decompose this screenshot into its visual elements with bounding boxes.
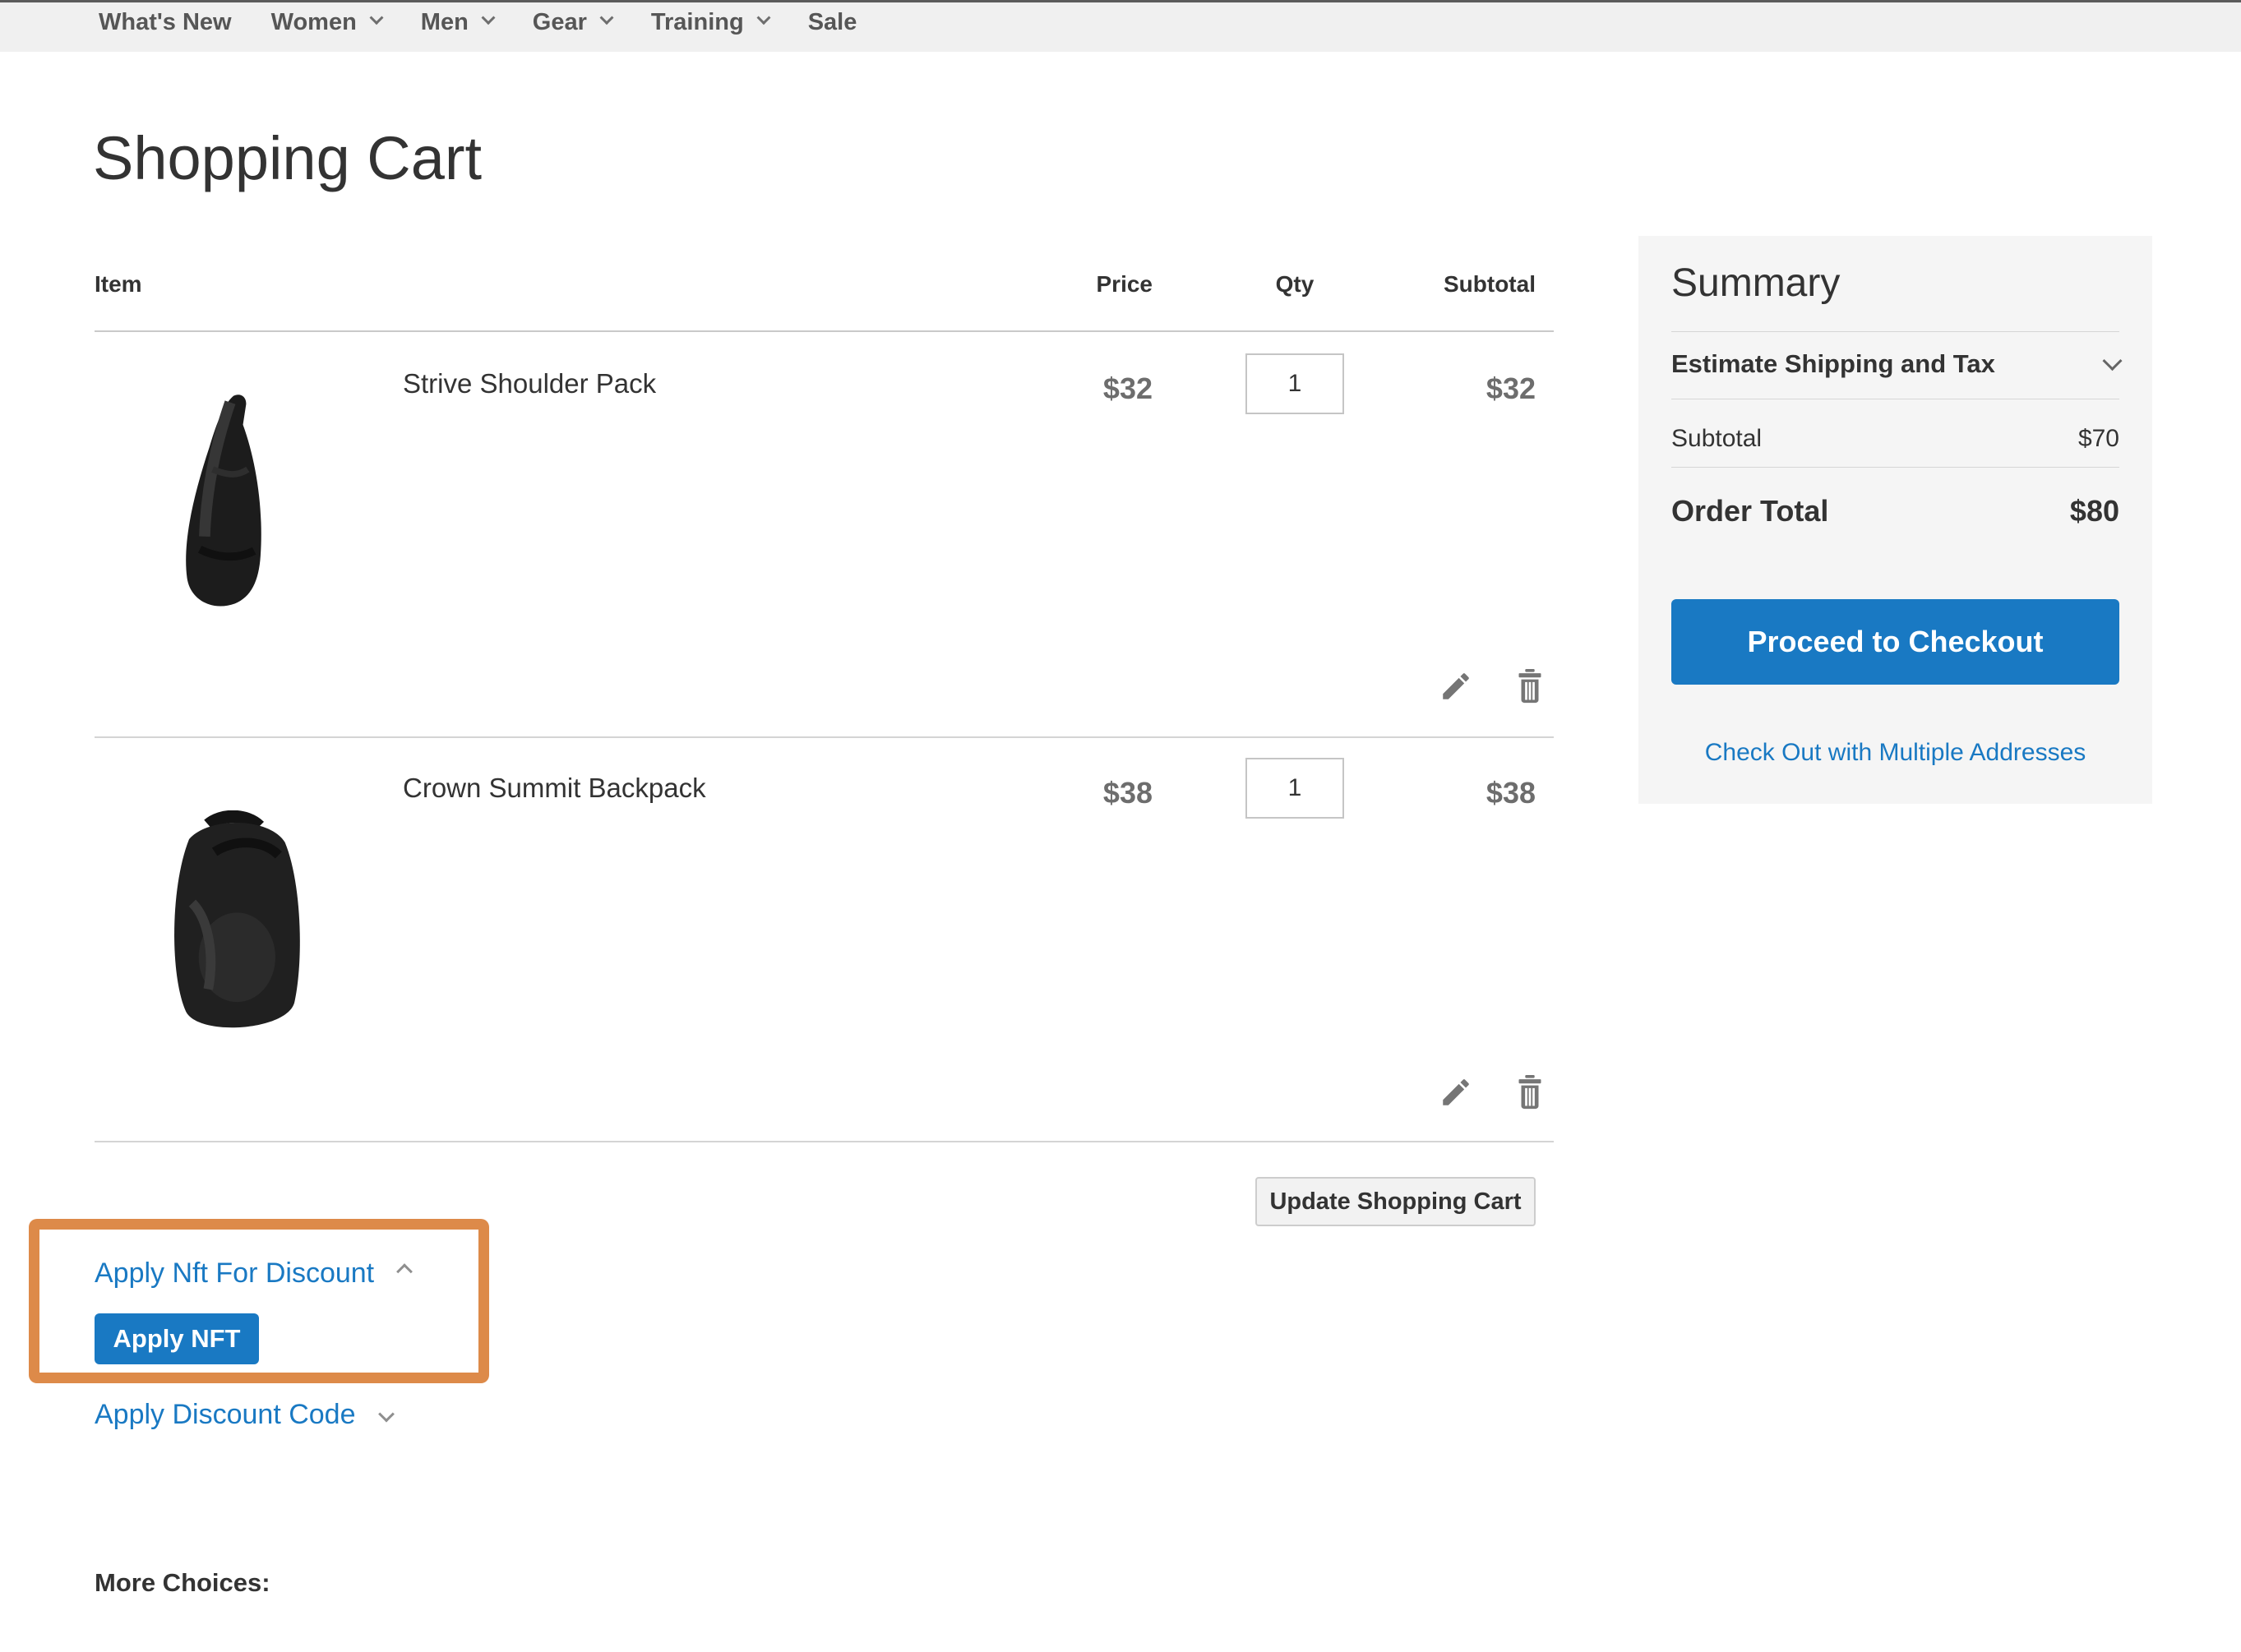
nav-label: Training	[650, 8, 744, 35]
apply-nft-button[interactable]: Apply NFT	[95, 1313, 259, 1364]
nav-item-women[interactable]: Women	[270, 8, 384, 36]
apply-discount-code-label: Apply Discount Code	[95, 1399, 356, 1430]
summary-subtotal-label: Subtotal	[1671, 425, 1763, 452]
page-title: Shopping Cart	[93, 123, 483, 192]
chevron-down-icon	[377, 1405, 395, 1422]
column-header-subtotal: Subtotal	[1444, 271, 1536, 297]
summary-divider	[1671, 331, 2119, 332]
chevron-down-icon	[756, 11, 771, 25]
chevron-down-icon	[481, 11, 496, 25]
summary-subtotal-value: $70	[2077, 425, 2119, 452]
nav-menu: What's New Women Men Gear Training Sale	[0, 2, 2241, 40]
chevron-down-icon	[2102, 350, 2123, 371]
chevron-up-icon	[396, 1262, 414, 1280]
row-divider	[95, 1141, 1554, 1142]
main-navigation: What's New Women Men Gear Training Sale	[0, 0, 2241, 52]
nav-item-training[interactable]: Training	[650, 8, 771, 36]
proceed-to-checkout-button[interactable]: Proceed to Checkout	[1671, 599, 2119, 685]
edit-icon[interactable]	[1439, 669, 1473, 704]
shopping-cart-page: What's New Women Men Gear Training Sale	[0, 0, 2241, 1652]
product-name-link[interactable]: Strive Shoulder Pack	[403, 368, 656, 399]
delete-icon[interactable]	[1513, 1075, 1547, 1110]
chevron-down-icon	[369, 11, 384, 25]
column-header-qty: Qty	[1275, 271, 1315, 297]
product-name-link[interactable]: Crown Summit Backpack	[403, 773, 706, 804]
nav-label: Men	[420, 8, 469, 35]
apply-nft-toggle[interactable]: Apply Nft For Discount	[95, 1257, 414, 1290]
update-shopping-cart-button[interactable]: Update Shopping Cart	[1255, 1177, 1536, 1226]
multiple-addresses-link[interactable]: Check Out with Multiple Addresses	[1671, 739, 2119, 767]
nav-item-men[interactable]: Men	[420, 8, 496, 36]
column-header-price: Price	[1096, 271, 1153, 297]
product-image[interactable]	[144, 810, 321, 1034]
column-header-item: Item	[95, 271, 142, 297]
nav-item-gear[interactable]: Gear	[532, 8, 614, 36]
estimate-shipping-toggle[interactable]: Estimate Shipping and Tax	[1671, 349, 2123, 379]
apply-nft-toggle-label: Apply Nft For Discount	[95, 1257, 375, 1289]
summary-panel: Summary Estimate Shipping and Tax Subtot…	[1638, 236, 2152, 804]
nav-label: What's New	[99, 8, 232, 35]
qty-input[interactable]	[1245, 758, 1344, 819]
table-row: Strive Shoulder Pack $32 $32	[95, 330, 1554, 738]
chevron-down-icon	[599, 11, 614, 25]
product-subtotal: $32	[1486, 371, 1536, 405]
order-total-label: Order Total	[1671, 494, 1829, 528]
table-row: Crown Summit Backpack $38 $38	[95, 738, 1554, 1142]
product-price: $38	[1102, 776, 1153, 810]
estimate-shipping-label: Estimate Shipping and Tax	[1671, 349, 1995, 378]
nav-item-sale[interactable]: Sale	[808, 9, 857, 36]
apply-discount-code-toggle[interactable]: Apply Discount Code	[95, 1399, 395, 1431]
product-image[interactable]	[156, 390, 304, 613]
nav-label: Gear	[532, 8, 587, 35]
nav-label: Women	[270, 8, 357, 35]
delete-icon[interactable]	[1513, 669, 1547, 704]
product-subtotal: $38	[1486, 776, 1536, 810]
more-choices-heading: More Choices:	[95, 1568, 270, 1597]
order-total-value: $80	[2069, 494, 2119, 528]
nav-label: Sale	[807, 8, 857, 35]
summary-divider	[1671, 467, 2119, 468]
summary-title: Summary	[1671, 261, 1841, 305]
qty-input[interactable]	[1245, 353, 1344, 414]
nav-item-whats-new[interactable]: What's New	[99, 9, 232, 36]
product-price: $32	[1102, 371, 1153, 405]
edit-icon[interactable]	[1439, 1075, 1473, 1110]
